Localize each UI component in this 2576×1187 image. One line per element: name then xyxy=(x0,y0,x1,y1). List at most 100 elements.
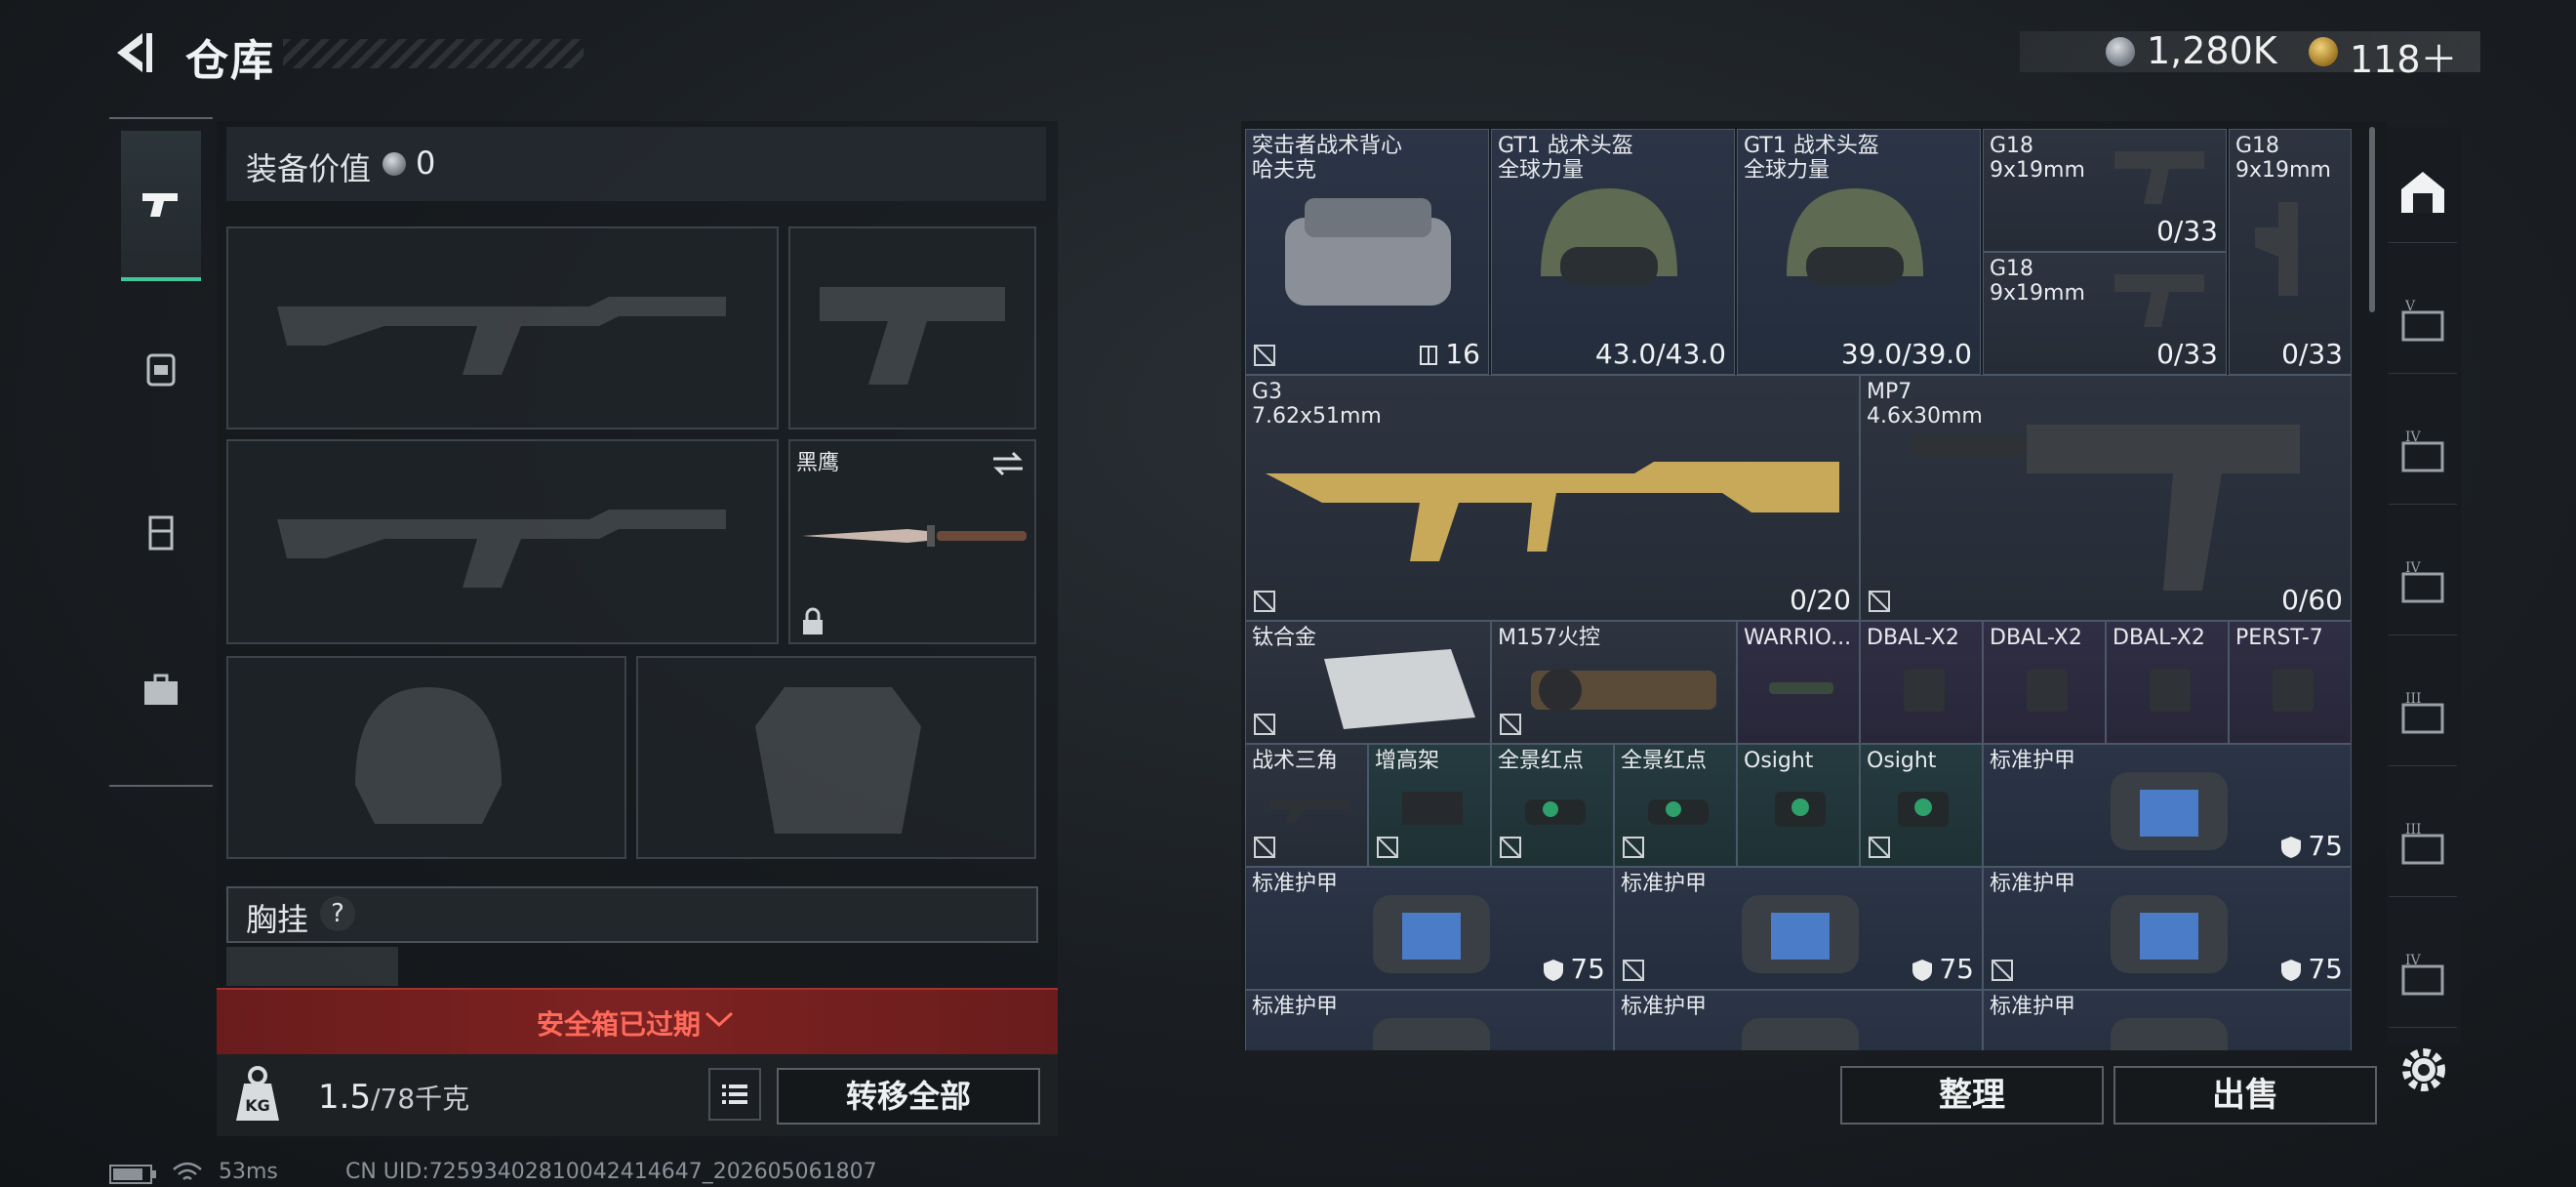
melee-slot[interactable]: 黑鹰 xyxy=(788,439,1036,644)
knife-image xyxy=(802,525,1026,547)
tab-storage-4c[interactable]: IV xyxy=(2389,925,2457,1028)
transfer-all-button[interactable]: 转移全部 xyxy=(777,1068,1040,1125)
inventory-item[interactable]: WARRIO... xyxy=(1737,621,1860,744)
rifle-silhouette-icon xyxy=(277,510,726,588)
inventory-item[interactable]: G18 9x19mm 0/33 xyxy=(1983,252,2227,375)
laser-module-image xyxy=(2273,669,2314,712)
inventory-item[interactable]: 突击者战术背心 哈夫克 16 xyxy=(1245,129,1489,375)
tab-all-storage[interactable] xyxy=(2389,141,2457,243)
item-ammo: 0/33 xyxy=(2281,338,2343,370)
holographic-sight-image xyxy=(1775,792,1826,827)
help-icon[interactable]: ? xyxy=(320,896,355,931)
holographic-sight-image xyxy=(1898,792,1949,827)
grip-image xyxy=(1269,799,1349,823)
laser-module-image xyxy=(2150,669,2191,712)
inventory-item[interactable]: GT1 战术头盔 全球力量 43.0/43.0 xyxy=(1491,129,1735,375)
tab-vest[interactable] xyxy=(121,459,201,605)
inventory-item[interactable]: DBAL-X2 xyxy=(1860,621,1983,744)
sort-button[interactable]: 整理 xyxy=(1840,1066,2104,1125)
tab-case[interactable] xyxy=(121,617,201,763)
red-dot-sight-image xyxy=(1525,799,1586,825)
no-insurance-icon xyxy=(1254,345,1275,366)
item-name: 钛合金 xyxy=(1252,626,1317,650)
list-view-button[interactable] xyxy=(708,1068,761,1121)
sell-button[interactable]: 出售 xyxy=(2113,1066,2377,1125)
item-ammo: 0/20 xyxy=(1790,584,1851,616)
item-name: 标准护甲 xyxy=(1990,872,2076,896)
inventory-item[interactable]: DBAL-X2 xyxy=(1983,621,2106,744)
inventory-item[interactable]: MP7 4.6x30mm 0/60 xyxy=(1860,375,2352,621)
tab-storage-3a[interactable]: III xyxy=(2389,664,2457,766)
item-name: G3 xyxy=(1252,380,1283,404)
svg-text:KG: KG xyxy=(245,1096,270,1115)
armor-level: 75 xyxy=(1570,953,1605,985)
inventory-item[interactable]: G3 7.62x51mm 0/20 xyxy=(1245,375,1860,621)
svg-text:III: III xyxy=(2405,822,2422,838)
inventory-item[interactable]: 标准护甲 75 xyxy=(1983,867,2352,990)
item-name: DBAL-X2 xyxy=(1867,626,1959,650)
item-name: 标准护甲 xyxy=(1252,872,1339,896)
inventory-item[interactable]: 标准护甲 xyxy=(1983,990,2352,1050)
tab-weapons[interactable] xyxy=(121,131,201,281)
inventory-item[interactable]: Osight xyxy=(1737,744,1860,867)
inventory-item[interactable]: G18 9x19mm 0/33 xyxy=(1983,129,2227,252)
inventory-scrollbar[interactable] xyxy=(2369,127,2375,312)
item-ammo: 0/33 xyxy=(2156,215,2218,247)
tab-storage-3b[interactable]: III xyxy=(2389,795,2457,897)
equipment-value-label: 装备价值 xyxy=(246,150,372,187)
gear-icon[interactable] xyxy=(2396,1043,2451,1097)
inventory-item[interactable]: Osight xyxy=(1860,744,1983,867)
inventory-item[interactable]: 标准护甲 75 xyxy=(1245,867,1614,990)
no-insurance-icon xyxy=(1254,837,1275,858)
inventory-item[interactable]: M157火控 xyxy=(1491,621,1737,744)
shield-icon xyxy=(1912,960,1933,981)
item-name: 全景红点 xyxy=(1621,749,1708,773)
no-insurance-icon xyxy=(1869,837,1890,858)
storage-box-icon: IV xyxy=(2401,430,2444,472)
inventory-item[interactable]: 钛合金 xyxy=(1245,621,1491,744)
inventory-item[interactable]: 全景红点 xyxy=(1614,744,1737,867)
no-insurance-icon xyxy=(1254,591,1275,612)
vest-capacity-icon xyxy=(1420,346,1438,365)
rifle-silhouette-icon xyxy=(277,297,726,375)
tab-storage-4b[interactable]: IV xyxy=(2389,533,2457,635)
inventory-item[interactable]: 标准护甲 75 xyxy=(1614,867,1983,990)
item-name: PERST-7 xyxy=(2235,626,2323,650)
tab-storage-5[interactable]: V xyxy=(2389,271,2457,374)
armor-image xyxy=(1742,895,1859,973)
chest-rig-slot[interactable] xyxy=(226,947,398,986)
inventory-item[interactable]: 标准护甲 xyxy=(1614,990,1983,1050)
helmet-slot[interactable] xyxy=(226,656,626,859)
inventory-item[interactable]: PERST-7 xyxy=(2229,621,2352,744)
no-insurance-icon xyxy=(1500,837,1521,858)
item-ammo: 0/33 xyxy=(2156,338,2218,370)
swap-icon[interactable] xyxy=(989,449,1026,478)
item-count: 16 xyxy=(1445,338,1480,370)
rifle-image xyxy=(1266,462,1839,561)
inventory-item[interactable]: 全景红点 xyxy=(1491,744,1614,867)
armor-slot[interactable] xyxy=(636,656,1036,859)
user-id: CN UID:7259340281004241464​7_20260506180… xyxy=(345,1160,877,1184)
chevron-down-icon[interactable] xyxy=(703,1005,736,1031)
pistol-slot[interactable] xyxy=(788,226,1036,430)
equipment-category-tabs xyxy=(109,117,213,787)
item-name: G18 xyxy=(1990,134,2034,158)
tab-backpack[interactable] xyxy=(121,295,201,441)
inventory-item[interactable]: G18 9x19mm 0/33 xyxy=(2229,129,2352,375)
laser-module-image xyxy=(1904,669,1945,712)
inventory-item[interactable]: DBAL-X2 xyxy=(2106,621,2229,744)
inventory-item[interactable]: 战术三角 xyxy=(1245,744,1368,867)
secondary-weapon-slot[interactable] xyxy=(226,439,779,644)
primary-weapon-slot[interactable] xyxy=(226,226,779,430)
helmet-silhouette-icon xyxy=(355,687,502,824)
back-arrow-icon[interactable] xyxy=(109,29,156,76)
tab-storage-4a[interactable]: IV xyxy=(2389,402,2457,505)
item-name: 标准护甲 xyxy=(1621,995,1708,1019)
inventory-item[interactable]: 标准护甲 75 xyxy=(1983,744,2352,867)
ticket-amount[interactable]: 118＋ xyxy=(2350,29,2458,83)
inventory-item[interactable]: 增高架 xyxy=(1368,744,1491,867)
wifi-icon xyxy=(173,1162,202,1180)
coin-icon xyxy=(2106,37,2135,66)
inventory-item[interactable]: GT1 战术头盔 全球力量 39.0/39.0 xyxy=(1737,129,1981,375)
inventory-item[interactable]: 标准护甲 xyxy=(1245,990,1614,1050)
